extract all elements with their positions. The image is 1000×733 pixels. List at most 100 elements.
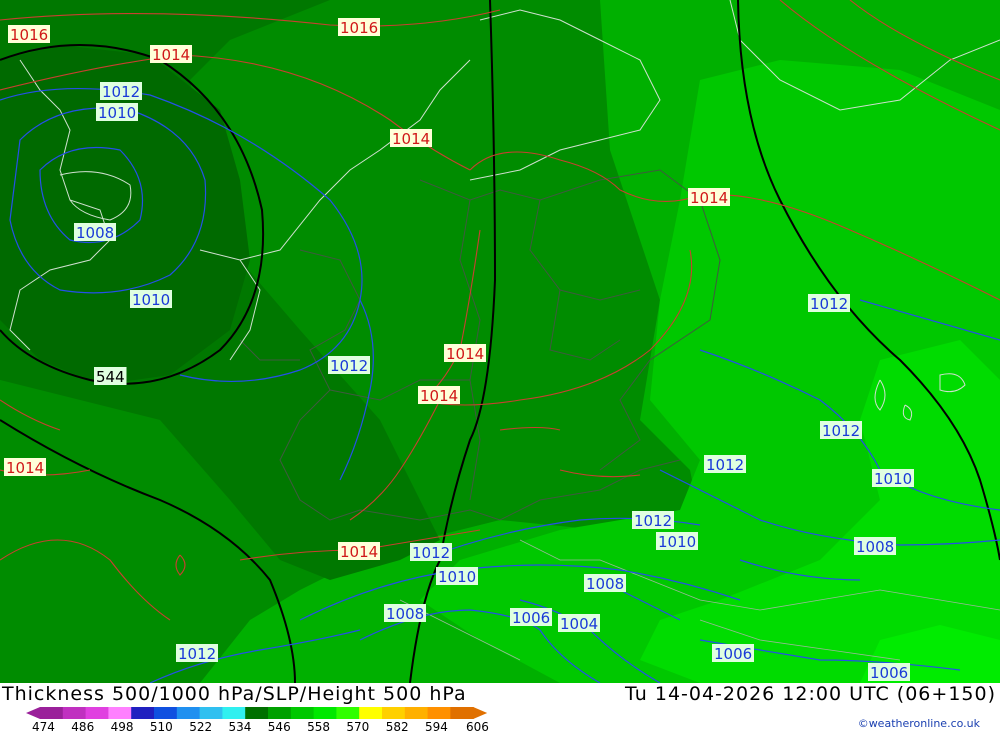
isobar-label-text: 1010 xyxy=(874,470,912,488)
scale-color-segment xyxy=(176,707,201,719)
isobar-label-text: 1010 xyxy=(132,291,170,309)
scale-color-segment xyxy=(359,707,383,719)
isobar-label: 1008 xyxy=(384,604,426,623)
scale-tick-label: 582 xyxy=(386,720,409,733)
isobar-label-text: 1012 xyxy=(810,295,848,313)
isobar-label: 1008 xyxy=(854,537,896,556)
isobar-label: 1010 xyxy=(96,103,138,122)
isobar-label-text: 1008 xyxy=(856,538,894,556)
scale-color-segment xyxy=(199,707,223,719)
isobar-label-text: 1004 xyxy=(560,615,598,633)
scale-tick-label: 486 xyxy=(71,720,94,733)
isobar-label-text: 1016 xyxy=(340,19,378,37)
weather-map: 1016 1016 1014 1012 1010 1014 1008 1014 1010 1012… xyxy=(0,0,1000,683)
isobar-label-text: 1012 xyxy=(178,645,216,663)
isobar-label: 1010 xyxy=(436,567,478,586)
scale-color-segment xyxy=(245,707,269,719)
isobar-label: 1006 xyxy=(712,644,754,663)
isobar-label-text: 1008 xyxy=(586,575,624,593)
scale-color-segment xyxy=(85,707,109,719)
isobar-label-text: 1012 xyxy=(822,422,860,440)
scale-tick-label: 546 xyxy=(268,720,291,733)
scale-color-segment xyxy=(154,707,178,719)
isobar-label: 1012 xyxy=(632,511,674,530)
thickness-color-scale: 474 486 498 510 522 534 546 558 570 582 594 606 xyxy=(26,707,489,733)
isobar-label: 1012 xyxy=(808,294,850,313)
isobar-label-text: 1014 xyxy=(152,46,190,64)
isobar-label: 1014 xyxy=(390,129,432,148)
isobar-label: 1004 xyxy=(558,614,600,633)
map-valid-time: Tu 14-04-2026 12:00 UTC (06+150) xyxy=(625,683,996,705)
isobar-label-text: 1006 xyxy=(512,609,550,627)
isobar-label-text: 1014 xyxy=(340,543,378,561)
scale-color-segment xyxy=(40,707,64,719)
scale-color-bars xyxy=(26,707,488,719)
isobar-label: 1012 xyxy=(100,82,142,101)
map-title: Thickness 500/1000 hPa/SLP/Height 500 hP… xyxy=(2,683,467,705)
scale-tick-label: 474 xyxy=(32,720,55,733)
isobar-label-text: 1010 xyxy=(98,104,136,122)
isobar-label: 1014 xyxy=(150,45,192,64)
map-footer: Thickness 500/1000 hPa/SLP/Height 500 hP… xyxy=(0,683,1000,733)
isobar-label: 1016 xyxy=(8,25,50,44)
scale-tick-label: 606 xyxy=(466,720,489,733)
scale-color-segment xyxy=(62,707,87,719)
isobar-label: 1012 xyxy=(328,356,370,375)
isobar-label: 1006 xyxy=(868,663,910,682)
isobar-label-text: 1014 xyxy=(420,387,458,405)
isobar-label-text: 1008 xyxy=(386,605,424,623)
isobar-label-text: 1012 xyxy=(706,456,744,474)
isobar-label: 1016 xyxy=(338,18,380,37)
isobar-label: 1014 xyxy=(688,188,730,207)
isobar-label: 1014 xyxy=(444,344,486,363)
isobar-label: 1012 xyxy=(410,543,452,562)
isobar-label: 1012 xyxy=(704,455,746,474)
isobar-label-text: 1014 xyxy=(6,459,44,477)
scale-tick-label: 534 xyxy=(229,720,252,733)
scale-color-segment xyxy=(450,707,474,719)
isobar-label: 1014 xyxy=(418,386,460,405)
scale-color-segment xyxy=(382,707,406,719)
isobar-label: 1010 xyxy=(872,469,914,488)
isobar-label-text: 1012 xyxy=(330,357,368,375)
isobar-label-text: 1010 xyxy=(658,533,696,551)
isobar-label-text: 1012 xyxy=(634,512,672,530)
scale-tick-label: 522 xyxy=(189,720,212,733)
isobar-label-text: 1010 xyxy=(438,568,476,586)
isobar-label: 1006 xyxy=(510,608,552,627)
scale-arrow-right xyxy=(473,707,488,719)
scale-color-segment xyxy=(268,707,292,719)
isobar-label-text: 1006 xyxy=(870,664,908,682)
isobar-label-text: 544 xyxy=(96,368,125,386)
scale-tick-labels: 474 486 498 510 522 534 546 558 570 582 594 606 xyxy=(32,720,489,733)
isobar-label: 1012 xyxy=(176,644,218,663)
isobar-label-text: 1016 xyxy=(10,26,48,44)
isobar-label-text: 1014 xyxy=(690,189,728,207)
isobar-label-text: 1012 xyxy=(102,83,140,101)
isobar-label: 1008 xyxy=(74,223,116,242)
scale-color-segment xyxy=(336,707,360,719)
scale-tick-label: 510 xyxy=(150,720,173,733)
credit-link[interactable]: ©weatheronline.co.uk xyxy=(858,717,980,730)
scale-color-segment xyxy=(108,707,132,719)
scale-color-segment xyxy=(313,707,337,719)
isobar-label: 1008 xyxy=(584,574,626,593)
isobar-label-text: 1012 xyxy=(412,544,450,562)
isobar-label: 1014 xyxy=(4,458,46,477)
scale-color-segment xyxy=(404,707,429,719)
scale-tick-label: 498 xyxy=(111,720,134,733)
scale-color-segment xyxy=(427,707,451,719)
isobar-label-text: 1008 xyxy=(76,224,114,242)
isobar-label-text: 1006 xyxy=(714,645,752,663)
isobar-label: 544 xyxy=(94,367,127,386)
isobar-label: 1012 xyxy=(820,421,862,440)
scale-color-segment xyxy=(222,707,246,719)
isobar-label: 1010 xyxy=(656,532,698,551)
isobar-label-text: 1014 xyxy=(446,345,484,363)
isobar-label: 1014 xyxy=(338,542,380,561)
scale-arrow-left xyxy=(26,707,40,719)
isobar-label: 1010 xyxy=(130,290,172,309)
scale-color-segment xyxy=(290,707,315,719)
scale-tick-label: 570 xyxy=(346,720,369,733)
isobar-label-text: 1014 xyxy=(392,130,430,148)
